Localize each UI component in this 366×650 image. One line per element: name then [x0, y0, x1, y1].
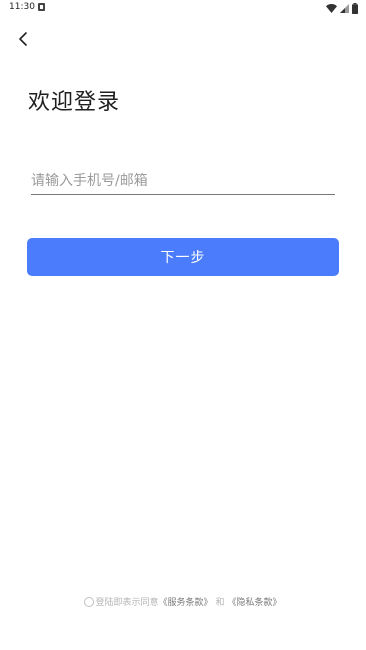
status-time: 11:30 [9, 2, 35, 12]
agreement-prefix: 登陆即表示同意 [95, 598, 159, 608]
status-bar: 11:30 [0, 0, 366, 16]
terms-link[interactable]: 《服务条款》 [158, 595, 212, 608]
battery-icon [352, 2, 358, 14]
account-field [31, 168, 335, 195]
account-input[interactable] [31, 168, 335, 193]
signal-icon [340, 3, 349, 13]
wifi-icon [326, 3, 337, 13]
back-button[interactable] [10, 26, 36, 52]
next-button[interactable]: 下一步 [27, 238, 339, 276]
privacy-link[interactable]: 《隐私条款》 [228, 595, 282, 608]
page-title: 欢迎登录 [28, 90, 121, 115]
agreement: 登陆即表示同意 《服务条款》 和 《隐私条款》 [0, 595, 366, 608]
status-icons [326, 2, 358, 14]
chevron-left-icon [19, 32, 27, 46]
notification-icon [38, 3, 45, 11]
agree-radio[interactable] [84, 596, 95, 607]
agreement-joiner: 和 [215, 598, 225, 608]
